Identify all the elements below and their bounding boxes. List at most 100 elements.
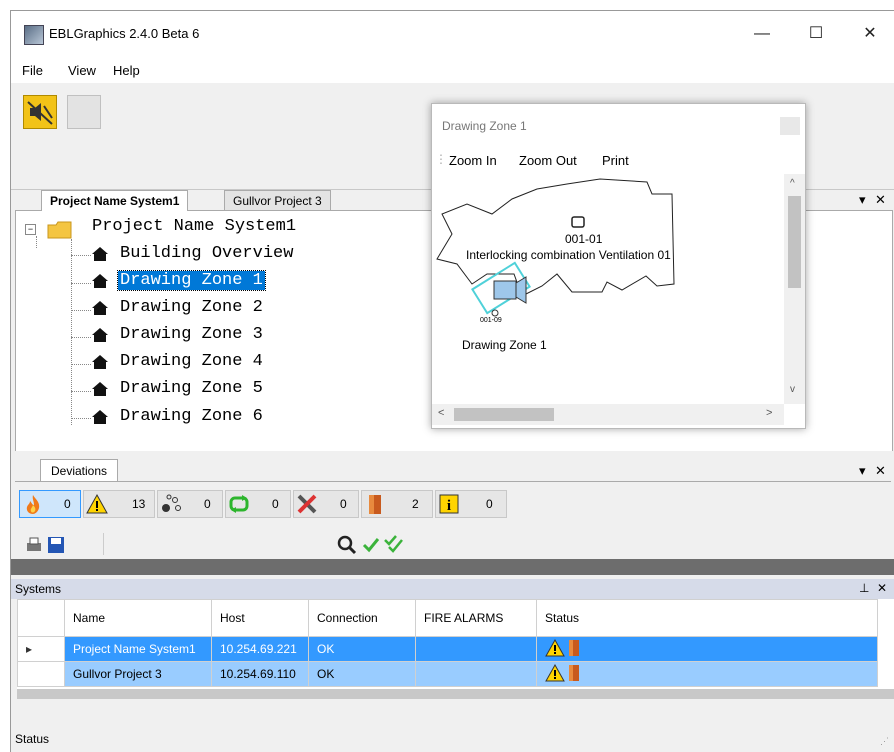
horizontal-scrollbar[interactable]: < >: [432, 404, 784, 425]
title-bar[interactable]: EBLGraphics 2.4.0 Beta 6 — ☐ ✕: [11, 11, 894, 57]
deviation-warning-button[interactable]: 13: [83, 490, 155, 518]
pane-dropdown-icon[interactable]: ▾: [859, 192, 866, 208]
pane-splitter[interactable]: [11, 451, 894, 459]
tree-root[interactable]: Project Name System1: [90, 217, 298, 236]
tree-item-building-overview[interactable]: Building Overview: [92, 244, 295, 263]
deviation-actions-bar: [19, 533, 891, 557]
popup-close-button[interactable]: [780, 117, 800, 135]
cell-name: Gullvor Project 3: [64, 661, 212, 687]
deviation-count: 0: [340, 497, 347, 511]
tree-connector: [36, 236, 37, 248]
pane-close-icon[interactable]: ✕: [875, 463, 886, 479]
deviation-tools-button[interactable]: 0: [293, 490, 359, 518]
tab-deviations[interactable]: Deviations: [40, 459, 119, 482]
collapse-toggle-icon[interactable]: −: [25, 224, 36, 235]
svg-text:i: i: [447, 498, 451, 514]
separator: [103, 533, 104, 555]
scroll-left-icon[interactable]: <: [438, 407, 444, 419]
vertical-scrollbar[interactable]: ^ v: [784, 174, 805, 404]
deviation-count: 2: [412, 497, 419, 511]
row-selector-icon[interactable]: ▸: [17, 636, 65, 662]
tree-item-drawing-zone-3[interactable]: Drawing Zone 3: [92, 325, 265, 344]
cell-connection: OK: [308, 636, 416, 662]
scroll-thumb[interactable]: [454, 408, 554, 421]
tree-item-drawing-zone-6[interactable]: Drawing Zone 6: [92, 407, 265, 426]
print-icon[interactable]: [25, 536, 43, 554]
pane-dropdown-icon[interactable]: ▾: [859, 463, 866, 479]
scroll-up-icon[interactable]: ^: [790, 178, 795, 189]
tree-root-label: Project Name System1: [92, 217, 297, 236]
resize-grip-icon[interactable]: ⋰: [880, 736, 889, 747]
drawing-canvas[interactable]: 001-01 Interlocking combination Ventilat…: [432, 174, 784, 404]
menu-file[interactable]: File: [22, 63, 43, 78]
column-fire-alarms[interactable]: FIRE ALARMS: [415, 599, 537, 637]
menu-bar: File View Help: [11, 57, 894, 83]
floor-plan: [436, 178, 675, 317]
save-icon[interactable]: [47, 536, 65, 554]
table-row[interactable]: ▸ Project Name System1 10.254.69.221 OK: [17, 636, 878, 662]
cycle-icon: [229, 495, 249, 513]
device-id-label: 001-09: [480, 317, 502, 324]
scroll-right-icon[interactable]: >: [766, 407, 772, 419]
column-name[interactable]: Name: [64, 599, 212, 637]
table-header: Name Host Connection FIRE ALARMS Status: [17, 599, 878, 637]
warning-icon: [545, 663, 565, 681]
tree-connector: [71, 337, 91, 338]
check-all-icon[interactable]: [383, 533, 405, 555]
network-icon: [162, 494, 181, 512]
print-button[interactable]: Print: [602, 153, 629, 168]
app-icon: [24, 25, 44, 45]
popup-toolbar: ⋮ Zoom In Zoom Out Print: [432, 146, 805, 174]
close-button[interactable]: ✕: [847, 19, 893, 49]
tree-item-label: Drawing Zone 6: [120, 407, 263, 426]
tree-item-drawing-zone-5[interactable]: Drawing Zone 5: [92, 379, 265, 398]
cell-status: [536, 636, 878, 662]
tab-project-name-system1[interactable]: Project Name System1: [41, 190, 189, 211]
tools-icon: [297, 494, 317, 514]
deviation-cycle-button[interactable]: 0: [225, 490, 291, 518]
cell-fire-alarms: [415, 661, 537, 687]
systems-table: Name Host Connection FIRE ALARMS Status …: [17, 599, 894, 699]
deviation-info-button[interactable]: i 0: [435, 490, 507, 518]
device-label: Interlocking combination Ventilation 01: [466, 248, 671, 262]
zoom-out-button[interactable]: Zoom Out: [519, 153, 577, 168]
menu-view[interactable]: View: [68, 63, 96, 78]
door-icon: [369, 495, 381, 514]
column-status[interactable]: Status: [536, 599, 878, 637]
tab-gullvor-project-3[interactable]: Gullvor Project 3: [224, 190, 331, 211]
mute-sound-button[interactable]: [23, 95, 57, 129]
check-icon[interactable]: [361, 535, 381, 555]
row-selector[interactable]: [17, 661, 65, 687]
cell-status: [536, 661, 878, 687]
column-connection[interactable]: Connection: [308, 599, 416, 637]
tree-item-drawing-zone-1[interactable]: Drawing Zone 1: [92, 270, 266, 291]
maximize-button[interactable]: ☐: [793, 19, 839, 49]
column-host[interactable]: Host: [211, 599, 309, 637]
cell-host: 10.254.69.221: [211, 636, 309, 662]
deviation-network-button[interactable]: 0: [157, 490, 223, 518]
deviation-count: 0: [64, 497, 71, 511]
pane-close-icon[interactable]: ✕: [877, 581, 887, 595]
scroll-thumb[interactable]: [788, 196, 801, 288]
table-row[interactable]: Gullvor Project 3 10.254.69.110 OK: [17, 661, 878, 687]
empty-toolbar-button[interactable]: [67, 95, 101, 129]
search-icon[interactable]: [337, 535, 357, 555]
pane-close-icon[interactable]: ✕: [875, 192, 886, 208]
deviation-door-button[interactable]: 2: [361, 490, 433, 518]
house-icon: [92, 274, 108, 288]
pin-icon[interactable]: ⊥: [859, 581, 869, 595]
pane-divider[interactable]: [11, 559, 894, 575]
tree-item-drawing-zone-2[interactable]: Drawing Zone 2: [92, 298, 265, 317]
status-text: Status: [15, 732, 50, 746]
tree-item-drawing-zone-4[interactable]: Drawing Zone 4: [92, 352, 265, 371]
deviation-count: 0: [272, 497, 279, 511]
minimize-button[interactable]: —: [739, 19, 785, 49]
scroll-down-icon[interactable]: v: [790, 384, 795, 395]
warning-icon: [545, 638, 565, 656]
menu-help[interactable]: Help: [113, 63, 140, 78]
tree-connector: [71, 418, 91, 419]
zoom-in-button[interactable]: Zoom In: [449, 153, 497, 168]
popup-title-bar[interactable]: Drawing Zone 1: [432, 104, 805, 146]
deviation-fire-button[interactable]: 0: [19, 490, 81, 518]
tree-item-label: Drawing Zone 3: [120, 325, 263, 344]
